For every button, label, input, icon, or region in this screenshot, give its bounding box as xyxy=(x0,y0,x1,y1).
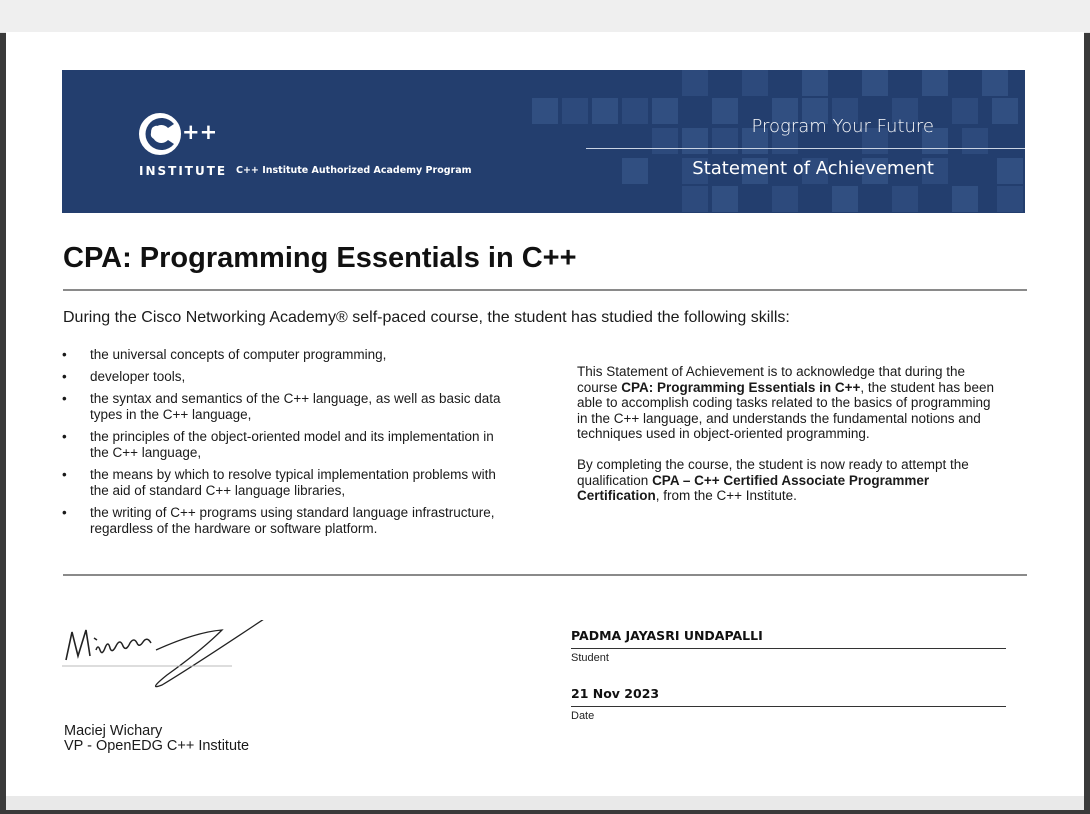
banner-tile xyxy=(962,128,988,154)
list-item: • developer tools, xyxy=(62,369,502,385)
viewer-bottom-bar xyxy=(6,796,1084,810)
banner-tile xyxy=(772,186,798,212)
banner-tile xyxy=(532,98,558,124)
signer-title: VP - OpenEDG C++ Institute xyxy=(64,738,250,754)
cpp-institute-logo-icon xyxy=(139,113,181,155)
banner-tile xyxy=(997,158,1023,184)
skill-text: the writing of C++ programs using standa… xyxy=(90,505,495,536)
bullet-icon: • xyxy=(62,369,67,384)
date-value: 21 Nov 2023 xyxy=(571,686,660,701)
list-item: • the principles of the object-oriented m… xyxy=(62,429,502,461)
logo-institute-text: INSTITUTE xyxy=(139,164,228,178)
authorized-program-text: C++ Institute Authorized Academy Program xyxy=(236,165,472,176)
banner-tile xyxy=(892,186,918,212)
banner-tile xyxy=(712,128,738,154)
viewer-top-bar xyxy=(0,0,1090,33)
signer-name: Maciej Wichary xyxy=(64,723,163,739)
banner-tile xyxy=(997,186,1023,212)
skill-text: the universal concepts of computer progr… xyxy=(90,347,387,362)
statement-paragraph-2: By completing the course, the student is… xyxy=(577,457,997,504)
banner-tile xyxy=(622,98,648,124)
banner-tile xyxy=(592,98,618,124)
bullet-icon: • xyxy=(62,347,67,362)
list-item: • the universal concepts of computer prog… xyxy=(62,347,502,363)
title-divider xyxy=(63,289,1027,291)
skill-text: the principles of the object-oriented mo… xyxy=(90,429,494,460)
course-title: CPA: Programming Essentials in C++ xyxy=(63,242,577,274)
banner-tile xyxy=(802,70,828,96)
skill-text: the means by which to resolve typical im… xyxy=(90,467,496,498)
banner-tile xyxy=(982,70,1008,96)
banner-tile xyxy=(682,186,708,212)
header-banner: ++ INSTITUTE C++ Institute Authorized Ac… xyxy=(62,70,1025,213)
banner-tile xyxy=(682,128,708,154)
skill-text: developer tools, xyxy=(90,369,186,384)
banner-tile xyxy=(652,98,678,124)
banner-tile xyxy=(992,98,1018,124)
skill-text: the syntax and semantics of the C++ lang… xyxy=(90,391,501,422)
student-line xyxy=(571,648,1006,649)
statement-course-name: CPA: Programming Essentials in C++ xyxy=(621,379,861,395)
list-item: • the means by which to resolve typical i… xyxy=(62,467,502,499)
banner-tile xyxy=(832,186,858,212)
banner-tile xyxy=(622,158,648,184)
banner-tile xyxy=(862,70,888,96)
banner-tile xyxy=(712,98,738,124)
banner-tile xyxy=(952,98,978,124)
statement-paragraph-1: This Statement of Achievement is to ackn… xyxy=(577,364,997,442)
certificate-page: ++ INSTITUTE C++ Institute Authorized Ac… xyxy=(6,32,1084,796)
logo-plus-text: ++ xyxy=(182,120,218,144)
intro-text: During the Cisco Networking Academy® sel… xyxy=(63,309,790,326)
banner-divider xyxy=(586,148,1025,149)
bullet-icon: • xyxy=(62,467,67,482)
bullet-icon: • xyxy=(62,429,67,444)
bullet-icon: • xyxy=(62,505,67,520)
date-line xyxy=(571,706,1006,707)
banner-tagline: Program Your Future xyxy=(751,116,934,137)
banner-tile xyxy=(922,70,948,96)
signature-divider xyxy=(63,574,1027,576)
banner-tile xyxy=(562,98,588,124)
student-name: PADMA JAYASRI UNDAPALLI xyxy=(571,628,763,643)
banner-statement-label: Statement of Achievement xyxy=(692,158,934,179)
signature-image xyxy=(62,620,264,688)
student-label: Student xyxy=(571,652,609,664)
banner-tile xyxy=(682,70,708,96)
list-item: • the syntax and semantics of the C++ lan… xyxy=(62,391,502,423)
banner-tile xyxy=(652,128,678,154)
achievement-statement: This Statement of Achievement is to ackn… xyxy=(577,364,997,519)
banner-tile xyxy=(952,186,978,212)
skills-list: • the universal concepts of computer prog… xyxy=(62,347,502,543)
banner-tile xyxy=(712,186,738,212)
list-item: • the writing of C++ programs using stand… xyxy=(62,505,502,537)
date-label: Date xyxy=(571,710,595,722)
statement-text: , from the C++ Institute. xyxy=(655,488,797,504)
banner-tile xyxy=(742,70,768,96)
bullet-icon: • xyxy=(62,391,67,406)
